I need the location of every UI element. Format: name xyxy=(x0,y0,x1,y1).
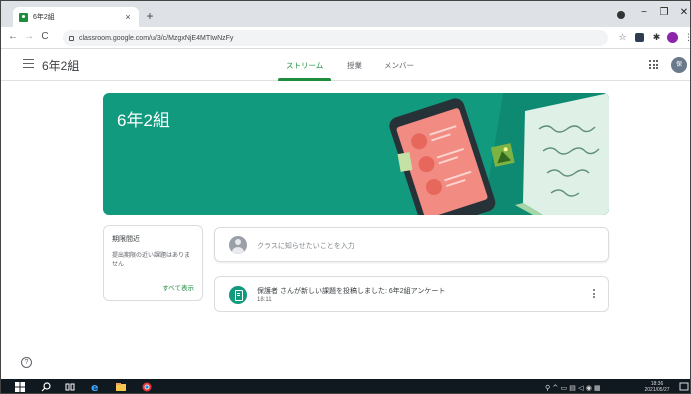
system-tray-icons[interactable]: ⚲ ^ ▭ ▤ ◁ ◉ ▦ xyxy=(545,382,605,392)
back-button[interactable]: ← xyxy=(7,31,19,42)
browser-menu-icon[interactable]: ⋮ xyxy=(683,32,690,43)
tab-title: 6年2組 xyxy=(33,14,55,21)
class-banner: 6年2組 xyxy=(103,93,609,215)
reload-button[interactable]: C xyxy=(39,31,51,42)
google-apps-icon[interactable] xyxy=(649,60,658,69)
classroom-header: 6年2組 ストリーム 授業 メンバー 保 xyxy=(1,49,690,81)
banner-class-title: 6年2組 xyxy=(117,111,170,130)
post-title: 保護者 さんが新しい課題を投稿しました: 6年2組アンケート xyxy=(257,288,446,295)
stream-post[interactable]: 保護者 さんが新しい課題を投稿しました: 6年2組アンケート 18:11 xyxy=(214,276,609,312)
bookmark-star-icon[interactable]: ☆ xyxy=(617,32,628,43)
record-indicator-icon xyxy=(617,11,625,19)
browser-tab[interactable]: 6年2組 × xyxy=(13,7,139,27)
task-view-icon[interactable] xyxy=(65,382,75,392)
announcement-placeholder: クラスに知らせたいことを入力 xyxy=(257,243,355,250)
windows-start-icon[interactable] xyxy=(15,382,25,392)
banner-illustration xyxy=(389,93,609,215)
notebook-illustration xyxy=(515,93,609,215)
classroom-favicon-icon xyxy=(19,12,28,22)
taskbar-clock[interactable]: 18:36 2021/05/27 xyxy=(642,381,672,393)
file-explorer-icon[interactable] xyxy=(115,382,127,392)
forward-button[interactable]: → xyxy=(23,31,35,42)
edge-browser-icon[interactable]: e xyxy=(91,382,103,392)
browser-toolbar: ← → C classroom.google.com/u/3/c/MzgxNjE… xyxy=(1,27,690,49)
account-avatar[interactable]: 保 xyxy=(671,57,687,73)
lock-icon xyxy=(69,35,74,41)
svg-text:e: e xyxy=(91,382,98,392)
svg-text:⚲ ^ ▭ ▤ ◁ ◉ ▦: ⚲ ^ ▭ ▤ ◁ ◉ ▦ xyxy=(545,384,601,392)
close-window-button[interactable]: ✕ xyxy=(677,7,690,18)
new-tab-button[interactable]: + xyxy=(143,9,157,23)
minimize-button[interactable]: − xyxy=(637,7,651,18)
upcoming-card: 期限間近 提出期限の近い課題はありません すべて表示 xyxy=(103,225,203,301)
user-avatar-icon xyxy=(229,236,247,254)
more-options-icon[interactable] xyxy=(591,289,597,301)
chrome-icon[interactable] xyxy=(141,382,153,392)
assignment-icon xyxy=(229,286,247,304)
search-icon[interactable] xyxy=(41,382,51,392)
post-time: 18:11 xyxy=(257,297,272,303)
extensions-puzzle-icon[interactable]: ✱ xyxy=(651,32,662,43)
windows-taskbar: e ⚲ ^ ▭ ▤ ◁ ◉ ▦ 18:36 2021/05/27 xyxy=(1,379,690,393)
help-icon[interactable]: ? xyxy=(21,357,32,368)
address-bar[interactable]: classroom.google.com/u/3/c/MzgxNjE4MTIwN… xyxy=(63,30,608,46)
browser-tab-strip: 6年2組 × + − ❐ ✕ xyxy=(1,1,690,27)
notification-icon[interactable] xyxy=(679,382,689,392)
profile-avatar-icon[interactable] xyxy=(667,32,678,43)
announcement-composer[interactable]: クラスに知らせたいことを入力 xyxy=(214,227,609,262)
tab-classwork[interactable]: 授業 xyxy=(347,60,362,71)
view-all-link[interactable]: すべて表示 xyxy=(162,282,194,292)
upcoming-empty-text: 提出期限の近い課題はありません xyxy=(112,253,191,268)
extension-icon[interactable] xyxy=(635,33,644,42)
class-title[interactable]: 6年2組 xyxy=(42,57,79,74)
hamburger-menu-icon[interactable] xyxy=(23,59,34,69)
clock-date: 2021/05/27 xyxy=(644,387,670,393)
tab-close-icon[interactable]: × xyxy=(123,12,133,22)
tab-people[interactable]: メンバー xyxy=(384,60,414,71)
active-tab-indicator xyxy=(278,78,331,81)
screen: 6年2組 × + − ❐ ✕ ← → C classroom.google.co… xyxy=(0,0,691,394)
maximize-button[interactable]: ❐ xyxy=(657,7,671,18)
upcoming-title: 期限間近 xyxy=(112,236,140,243)
url-text: classroom.google.com/u/3/c/MzgxNjE4MTIwN… xyxy=(79,34,234,42)
tab-stream[interactable]: ストリーム xyxy=(286,60,323,71)
image-card-illustration xyxy=(490,143,515,167)
